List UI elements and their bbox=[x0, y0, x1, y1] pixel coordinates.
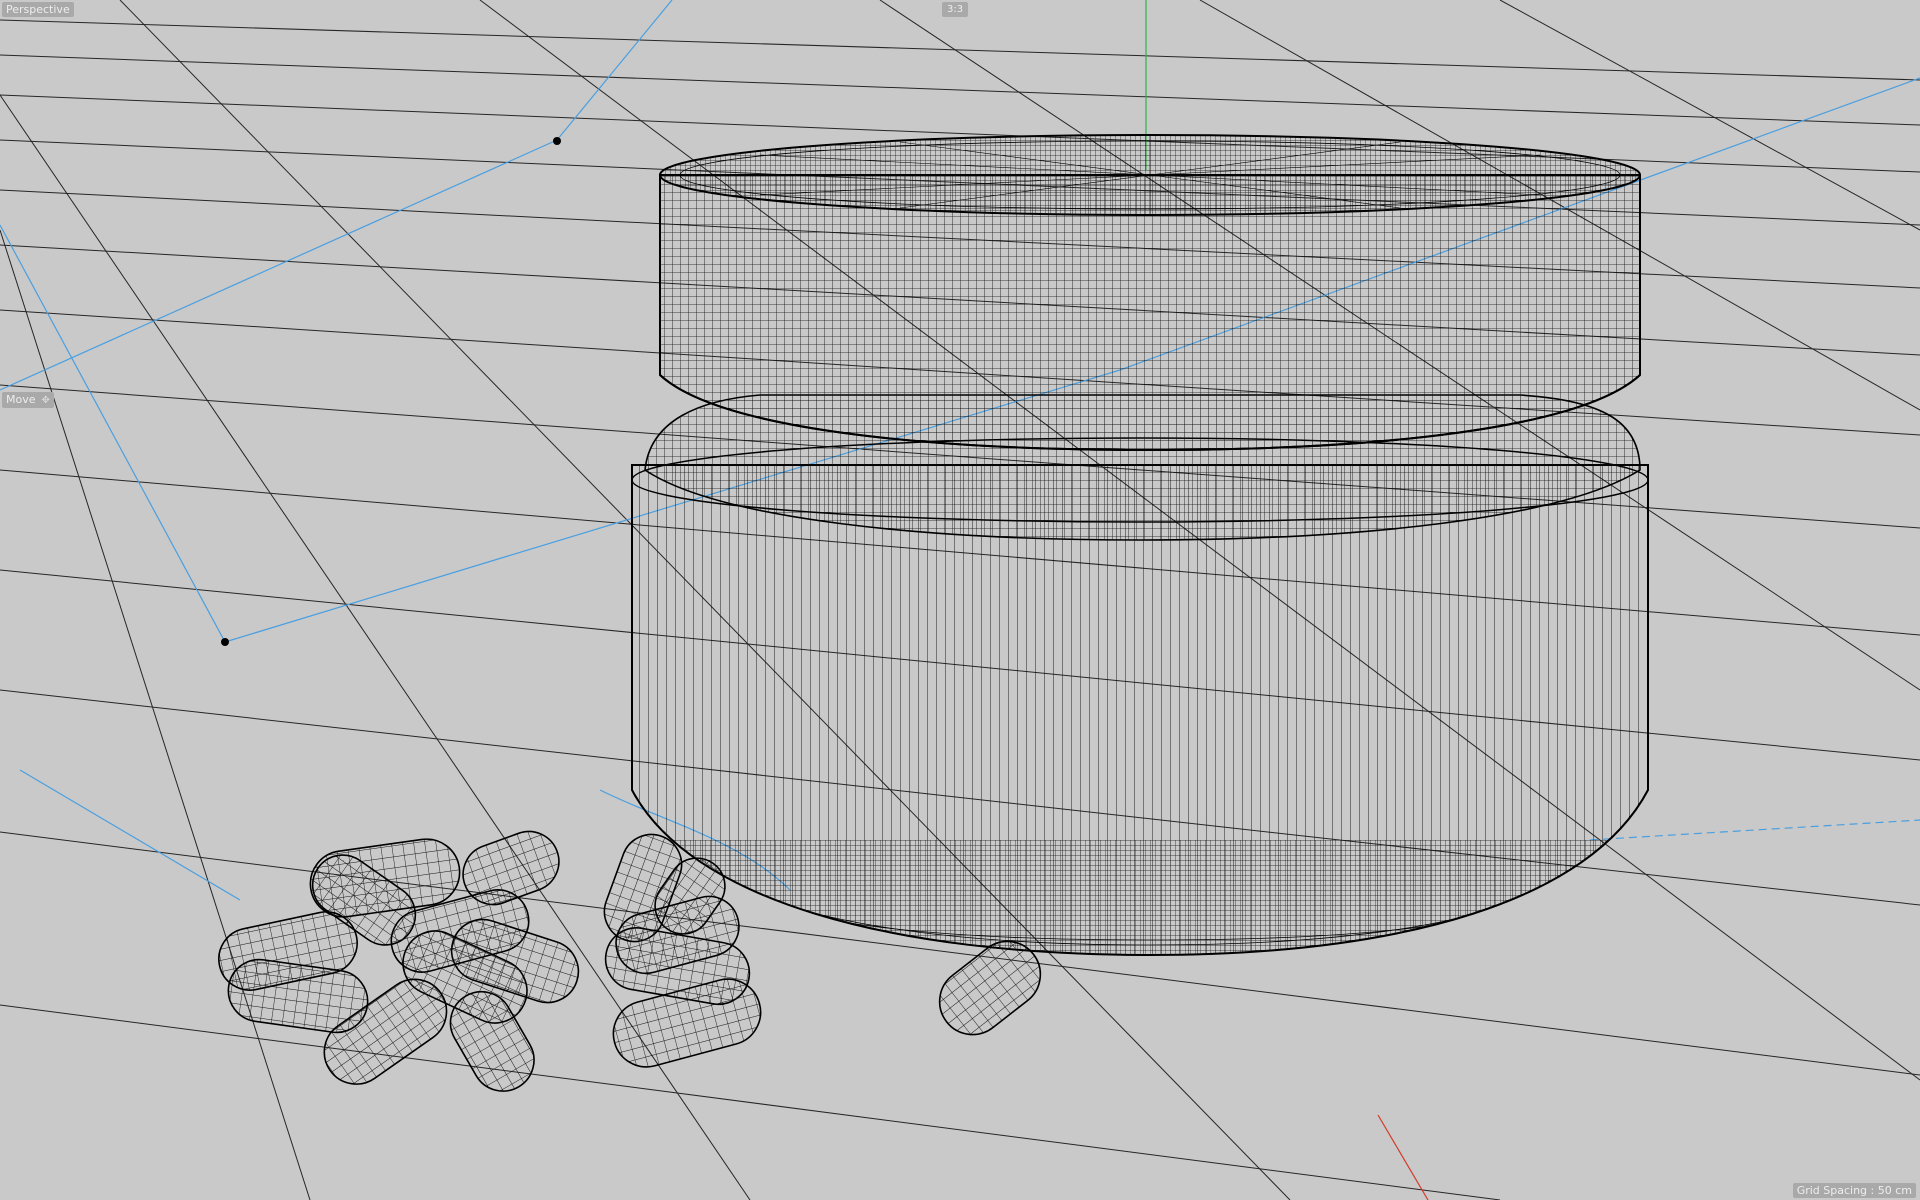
3d-viewport[interactable]: Perspective 3:3 Move ✥ Grid Spacing : 50 … bbox=[0, 0, 1920, 1200]
active-tool-label: Move bbox=[6, 393, 36, 406]
move-arrows-icon: ✥ bbox=[41, 395, 50, 406]
spline-point-2[interactable] bbox=[221, 638, 229, 646]
viewport-badge[interactable]: 3:3 bbox=[942, 2, 969, 17]
wireframe-scene[interactable] bbox=[0, 0, 1920, 1200]
spline-point-1[interactable] bbox=[553, 137, 561, 145]
viewport-view-label[interactable]: Perspective bbox=[2, 2, 74, 17]
jar-lid[interactable] bbox=[659, 134, 1641, 452]
grid-spacing-readout: Grid Spacing : 50 cm bbox=[1792, 1183, 1916, 1198]
jar-body[interactable] bbox=[631, 394, 1649, 960]
active-tool-indicator[interactable]: Move ✥ bbox=[2, 392, 54, 408]
